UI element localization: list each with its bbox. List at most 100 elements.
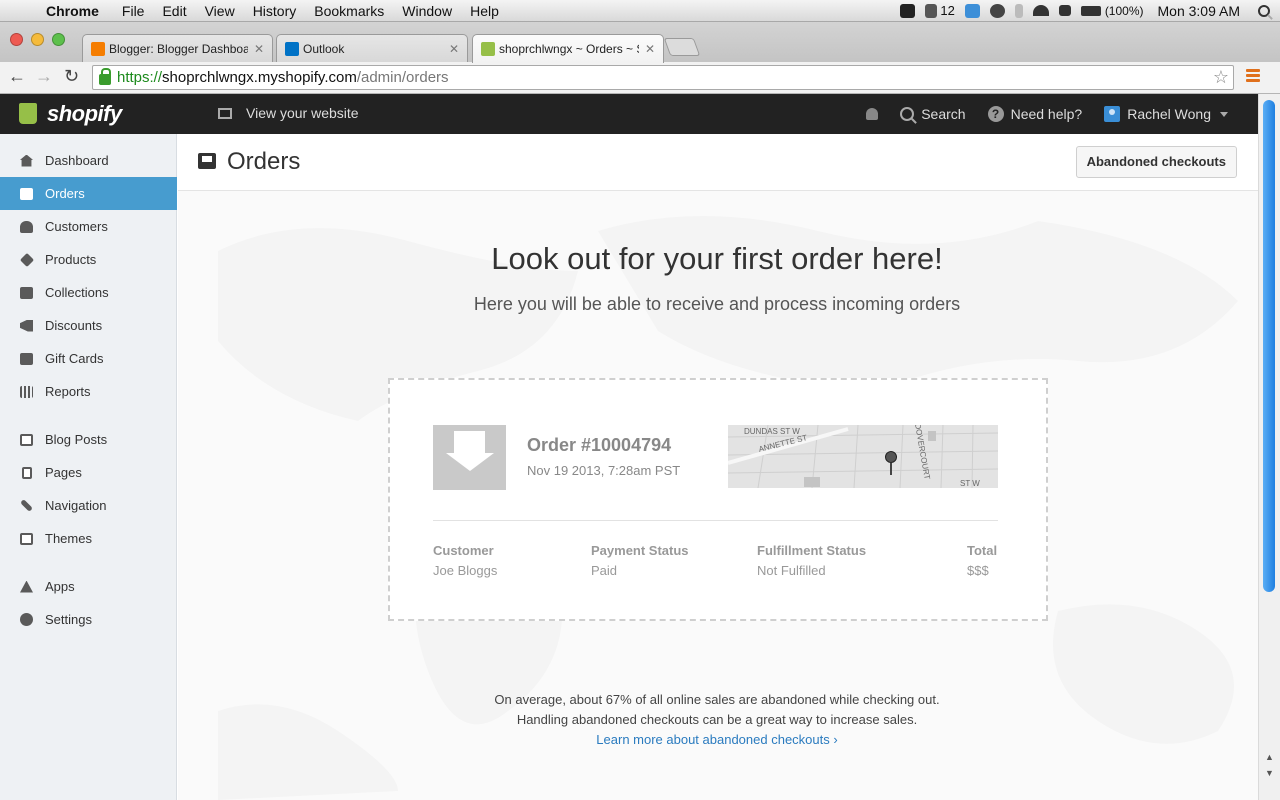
clock[interactable]: Mon 3:09 AM (1158, 3, 1241, 19)
link-icon (19, 499, 34, 513)
menu-view[interactable]: View (196, 0, 244, 22)
sidebar-item-reports[interactable]: Reports (0, 375, 177, 408)
tab-title: Outlook (303, 41, 345, 56)
image-icon (19, 532, 34, 546)
shopify-icon (481, 42, 495, 56)
gift-icon (19, 352, 34, 366)
macos-menubar: Chrome File Edit View History Bookmarks … (0, 0, 1280, 22)
abandoned-info: On average, about 67% of all online sale… (178, 690, 1256, 750)
view-website-label: View your website (246, 105, 359, 121)
address-bar[interactable]: https:// shoprchlwngx.myshopify.com /adm… (92, 65, 1234, 90)
sidebar-item-products[interactable]: Products (0, 243, 177, 276)
sidebar-item-orders[interactable]: Orders (0, 177, 177, 210)
bell-icon[interactable] (866, 108, 879, 120)
chrome-menu-icon[interactable] (1246, 69, 1260, 84)
scroll-up-arrow-icon[interactable]: ▲ (1265, 752, 1274, 762)
sample-order-card: Order #10004794 Nov 19 2013, 7:28am PST … (388, 378, 1048, 621)
sidebar-item-collections[interactable]: Collections (0, 276, 177, 309)
sidebar-item-customers[interactable]: Customers (0, 210, 177, 243)
order-map: DUNDAS ST W ANNETTE ST DOVERCOURT ST W (728, 425, 998, 488)
volume-icon[interactable] (1058, 5, 1071, 16)
sidebar-item-label: Collections (45, 285, 109, 300)
sidebar-item-label: Dashboard (45, 153, 109, 168)
spotlight-icon[interactable] (1258, 4, 1270, 17)
bar-chart-icon (19, 385, 34, 399)
view-website-link[interactable]: View your website (218, 105, 359, 121)
bookmark-star-icon[interactable]: ☆ (1213, 67, 1229, 88)
box-icon (19, 286, 34, 300)
payment-status-header: Payment Status (591, 543, 689, 558)
sidebar-item-blog-posts[interactable]: Blog Posts (0, 423, 177, 456)
payment-status-value: Paid (591, 563, 618, 578)
close-icon[interactable]: ✕ (449, 42, 459, 56)
fulfillment-status-header: Fulfillment Status (757, 543, 867, 558)
time-machine-icon[interactable] (989, 3, 1005, 18)
zoom-window-button[interactable] (52, 33, 65, 46)
font-icon[interactable] (925, 3, 938, 18)
sidebar-item-label: Apps (45, 579, 75, 594)
blog-icon (19, 433, 34, 447)
tab-blogger[interactable]: Blogger: Blogger Dashboard ✕ (82, 34, 273, 62)
close-icon[interactable]: ✕ (645, 42, 655, 56)
tab-title: shoprchlwngx ~ Orders ~ Shopify (499, 42, 639, 56)
close-icon[interactable]: ✕ (254, 42, 264, 56)
inbox-icon (19, 187, 34, 201)
sidebar-item-settings[interactable]: Settings (0, 603, 177, 636)
search-button[interactable]: Search (900, 106, 966, 122)
map-pin-icon (885, 451, 897, 475)
tab-shopify-orders[interactable]: shoprchlwngx ~ Orders ~ Shopify ✕ (472, 34, 664, 63)
reload-icon[interactable]: ↻ (64, 66, 79, 87)
forward-arrow-icon[interactable]: → (35, 66, 53, 87)
help-button[interactable]: ? Need help? (987, 106, 1083, 122)
search-label: Search (921, 106, 966, 122)
back-arrow-icon[interactable]: ← (8, 66, 26, 87)
new-tab-button[interactable] (663, 38, 701, 56)
sidebar-item-gift-cards[interactable]: Gift Cards (0, 342, 177, 375)
scrollbar-thumb[interactable] (1263, 100, 1275, 592)
sidebar-item-navigation[interactable]: Navigation (0, 489, 177, 522)
shield-check-icon[interactable] (900, 3, 916, 18)
sidebar-item-apps[interactable]: Apps (0, 570, 177, 603)
menu-edit[interactable]: Edit (153, 0, 195, 22)
learn-more-link[interactable]: Learn more about abandoned checkouts › (596, 732, 837, 747)
user-name: Rachel Wong (1127, 106, 1211, 122)
menu-app-chrome[interactable]: Chrome (40, 0, 113, 22)
sidebar-item-pages[interactable]: Pages (0, 456, 177, 489)
inbox-icon (198, 153, 216, 169)
minimize-window-button[interactable] (31, 33, 44, 46)
page-scrollbar[interactable]: ▲ ▼ (1258, 94, 1280, 800)
close-window-button[interactable] (10, 33, 23, 46)
menu-window[interactable]: Window (393, 0, 461, 22)
menu-help[interactable]: Help (461, 0, 508, 22)
wifi-icon[interactable] (1032, 5, 1049, 16)
sidebar-item-dashboard[interactable]: Dashboard (0, 144, 177, 177)
sidebar-item-themes[interactable]: Themes (0, 522, 177, 555)
fulfillment-status-value: Not Fulfilled (757, 563, 826, 578)
shopify-logo[interactable]: shopify (47, 101, 122, 127)
dropbox-icon[interactable] (964, 3, 980, 18)
menu-bookmarks[interactable]: Bookmarks (305, 0, 393, 22)
shopify-bag-icon[interactable] (19, 103, 37, 124)
divider (433, 520, 998, 521)
user-menu[interactable]: Rachel Wong (1104, 106, 1228, 122)
bluetooth-icon[interactable] (1014, 3, 1023, 18)
users-icon (19, 220, 34, 234)
battery-icon[interactable] (1080, 5, 1101, 16)
empty-state-subtitle: Here you will be able to receive and pro… (473, 294, 961, 314)
menu-file[interactable]: File (113, 0, 154, 22)
total-header: Total (967, 543, 998, 558)
sidebar-item-discounts[interactable]: Discounts (0, 309, 177, 342)
help-label: Need help? (1010, 106, 1083, 122)
menu-history[interactable]: History (244, 0, 306, 22)
sidebar-item-label: Orders (45, 186, 85, 201)
sidebar: Dashboard Orders Customers Products Coll… (0, 134, 177, 800)
blogger-icon (91, 41, 105, 56)
help-icon: ? (987, 106, 1004, 122)
search-icon (900, 107, 915, 121)
total-value: $$$ (967, 563, 989, 578)
abandoned-checkouts-button[interactable]: Abandoned checkouts (1075, 146, 1237, 178)
sidebar-item-label: Reports (45, 384, 91, 399)
url-path: /admin/orders (356, 69, 449, 86)
tab-outlook[interactable]: Outlook ✕ (276, 34, 468, 62)
scroll-down-arrow-icon[interactable]: ▼ (1265, 768, 1274, 778)
